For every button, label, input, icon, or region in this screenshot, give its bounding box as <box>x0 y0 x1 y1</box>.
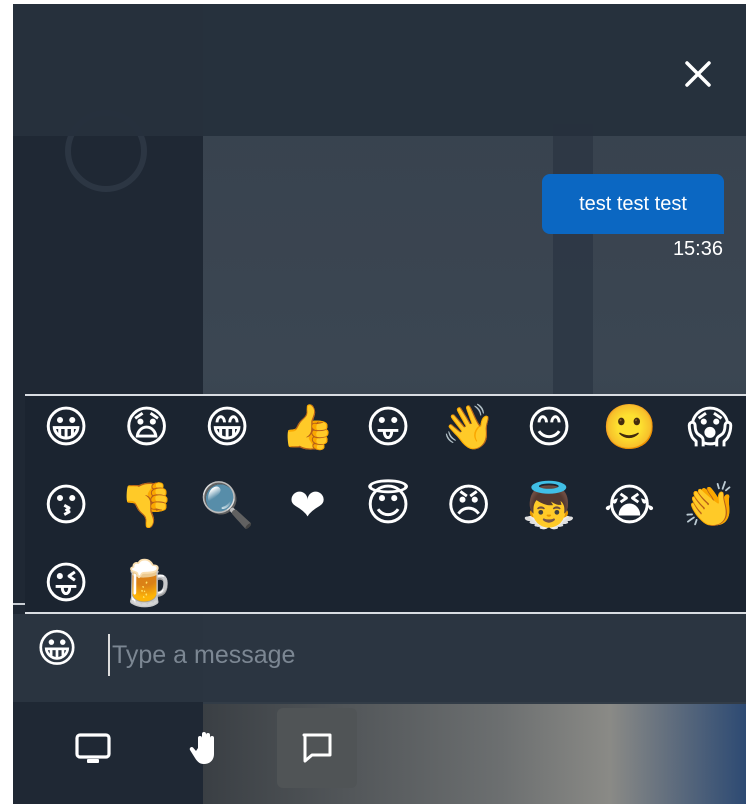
video-shadow <box>553 124 593 424</box>
monitor-icon <box>75 733 111 763</box>
emoji-angry-face[interactable]: 😠 <box>439 476 499 536</box>
close-chat-button[interactable] <box>680 56 716 92</box>
bottom-toolbar <box>13 702 746 804</box>
chat-message-timestamp: 15:36 <box>672 238 723 260</box>
message-input[interactable] <box>108 634 714 676</box>
emoji-winking-face-with-tongue[interactable]: 😜 <box>36 554 96 614</box>
emoji-baby-angel[interactable]: 👼 <box>519 476 579 536</box>
emoji-thumbs-up[interactable]: 👍 <box>278 398 338 458</box>
divider <box>13 603 25 605</box>
emoji-picker: 😀 😧 😁 👍 😛 👋 😊 🙂 😱 😗 👎 🔍 ❤ 😇 😠 👼 😭 👏 😜 🍺 <box>25 394 746 614</box>
emoji-thumbs-down[interactable]: 👎 <box>117 476 177 536</box>
emoji-heart[interactable]: ❤ <box>278 476 338 536</box>
chat-button[interactable] <box>277 708 357 788</box>
emoji-face-screaming-in-fear[interactable]: 😱 <box>680 398 740 458</box>
emoji-clapping-hands[interactable]: 👏 <box>680 476 740 536</box>
chat-message-text: test test test <box>579 192 687 215</box>
emoji-kissing-face[interactable]: 😗 <box>36 476 96 536</box>
chat-header <box>13 4 746 136</box>
emoji-waving-hand[interactable]: 👋 <box>439 398 499 458</box>
raise-hand-button[interactable] <box>165 708 245 788</box>
emoji-face-with-tongue[interactable]: 😛 <box>358 398 418 458</box>
chat-message-bubble: test test test <box>542 174 724 234</box>
chat-bubble-icon <box>302 733 332 763</box>
hand-icon <box>189 732 214 764</box>
emoji-beer-mug[interactable]: 🍺 <box>117 554 177 614</box>
smiley-icon: 😀 <box>36 626 78 672</box>
emoji-slightly-smiling-face[interactable]: 🙂 <box>600 398 660 458</box>
emoji-picker-toggle-button[interactable]: 😀 <box>34 626 80 672</box>
emoji-smiling-face-with-smiling-eyes[interactable]: 😊 <box>519 398 579 458</box>
close-icon <box>685 61 711 87</box>
screen-share-button[interactable] <box>53 708 133 788</box>
emoji-grinning-face[interactable]: 😀 <box>36 398 96 458</box>
emoji-magnifying-glass[interactable]: 🔍 <box>197 476 257 536</box>
emoji-grinning-face-with-smiling-eyes[interactable]: 😁 <box>197 398 257 458</box>
emoji-anguished-face[interactable]: 😧 <box>117 398 177 458</box>
emoji-smiling-face-with-halo[interactable]: 😇 <box>358 476 418 536</box>
emoji-loudly-crying-face[interactable]: 😭 <box>600 476 660 536</box>
